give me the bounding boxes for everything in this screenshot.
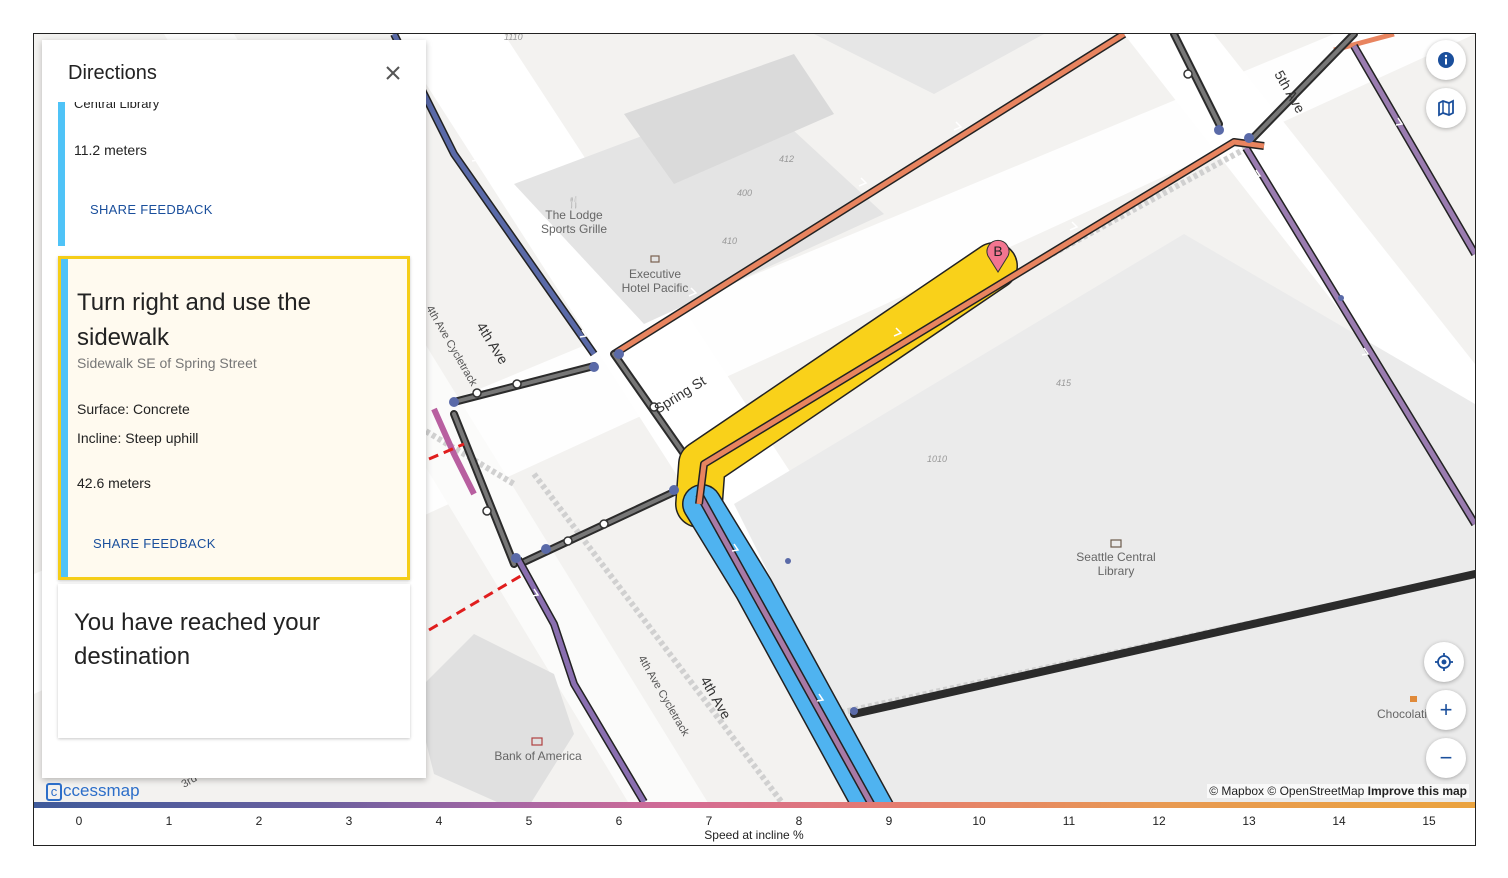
step-surface: Surface: Concrete (77, 401, 190, 417)
step-card[interactable]: You have reached your destination (58, 584, 410, 738)
zoom-out-button[interactable]: − (1426, 738, 1466, 778)
legend-tick: 3 (345, 814, 353, 828)
poi-label[interactable]: Library (1098, 564, 1135, 578)
improve-map-link[interactable]: Improve this map (1368, 784, 1467, 798)
building-number: 415 (1056, 378, 1072, 388)
accessmap-logo[interactable]: c ccessmap (46, 781, 140, 801)
step-incline: Incline: Steep uphill (77, 430, 199, 446)
step-distance: 11.2 meters (74, 142, 147, 158)
osm-attribution-link[interactable]: © OpenStreetMap (1267, 784, 1364, 798)
legend-tick: 7 (705, 814, 713, 828)
legend-tick: 14 (1332, 814, 1346, 828)
step-street: Sidewalk SE of Spring Street (77, 355, 257, 371)
poi-label[interactable]: Sports Grille (541, 222, 607, 236)
panel-title: Directions (68, 62, 157, 84)
legend-tick: 13 (1242, 814, 1256, 828)
map-layers-button[interactable] (1426, 88, 1466, 128)
share-feedback-button[interactable]: SHARE FEEDBACK (93, 536, 216, 551)
step-distance: 42.6 meters (77, 475, 151, 491)
directions-panel: Directions Central Library 11.2 meters S… (42, 40, 426, 778)
logo-text: ccessmap (63, 781, 140, 800)
share-feedback-button[interactable]: SHARE FEEDBACK (90, 202, 213, 217)
step-instruction: Turn right and use the sidewalk (77, 289, 311, 351)
building-number: 1110 (504, 34, 523, 42)
info-icon (1438, 52, 1454, 68)
legend-tick: 2 (255, 814, 263, 828)
app-frame: 1110 412 400 410 415 1010 Spring St 4th … (33, 33, 1476, 846)
building-number: 410 (722, 236, 737, 246)
incline-legend: 0 1 2 3 4 5 6 7 8 9 10 11 12 13 14 15 Speed at incline … (34, 802, 1475, 845)
poi-label[interactable]: Hotel Pacific (622, 281, 689, 295)
panel-header: Directions (42, 40, 426, 102)
poi-label[interactable]: Chocolati (1377, 707, 1427, 721)
step-card-selected[interactable]: Turn right and use the sidewalk Sidewalk… (58, 256, 410, 580)
legend-tick: 12 (1152, 814, 1166, 828)
step-instruction: You have reached your destination (74, 609, 320, 670)
poi-label[interactable]: Bank of America (494, 749, 582, 763)
legend-tick: 15 (1422, 814, 1436, 828)
poi-label[interactable]: Seattle Central (1076, 550, 1155, 564)
logo-mark: c (46, 783, 62, 801)
marker-label: B (993, 243, 1002, 259)
legend-tick: 6 (615, 814, 623, 828)
close-icon[interactable] (382, 62, 404, 84)
zoom-in-button[interactable]: + (1426, 690, 1466, 730)
legend-tick: 9 (885, 814, 893, 828)
locate-icon (1435, 653, 1453, 671)
building-number: 400 (737, 188, 752, 198)
legend-tick: 8 (795, 814, 803, 828)
info-button[interactable] (1426, 40, 1466, 80)
map-icon (1438, 99, 1454, 117)
building-number: 412 (779, 154, 794, 164)
legend-tick: 4 (435, 814, 443, 828)
legend-gradient (34, 802, 1475, 808)
map-attribution: © Mapbox © OpenStreetMap Improve this ma… (1207, 784, 1469, 798)
cafe-icon (1410, 696, 1417, 702)
mapbox-attribution-link[interactable]: © Mapbox (1209, 784, 1264, 798)
poi-label[interactable]: Executive (629, 267, 681, 281)
locate-button[interactable] (1424, 642, 1464, 682)
poi-label[interactable]: The Lodge (545, 208, 603, 222)
legend-tick: 5 (525, 814, 533, 828)
legend-tick: 10 (972, 814, 986, 828)
legend-tick: 1 (165, 814, 173, 828)
legend-title: Speed at incline % (704, 828, 804, 842)
step-color-bar (61, 259, 68, 577)
legend-tick: 11 (1062, 814, 1076, 828)
building-number: 1010 (927, 454, 947, 464)
legend-tick: 0 (75, 814, 83, 828)
